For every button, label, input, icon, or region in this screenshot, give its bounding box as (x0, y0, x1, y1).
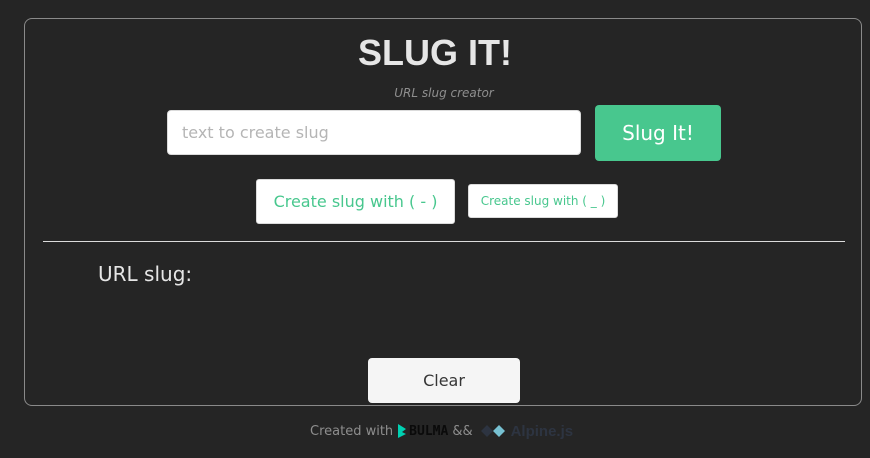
page-subtitle: URL slug creator (394, 86, 494, 100)
dash-slug-button[interactable]: Create slug with ( - ) (256, 179, 455, 224)
bulma-logo[interactable]: BULMA (397, 424, 448, 439)
alpine-logo-text: Alpine.js (510, 422, 574, 440)
slug-text-input[interactable] (167, 110, 581, 155)
bulma-logo-icon (398, 424, 407, 438)
page-title: SLUG IT! (358, 32, 512, 73)
footer-prefix: Created with (310, 423, 394, 439)
footer: Created with BULMA && Alpine.js (310, 418, 573, 444)
section-divider (43, 241, 845, 242)
bulma-logo-text: BULMA (409, 423, 449, 439)
alpine-logo-icon (480, 425, 505, 437)
clear-button[interactable]: Clear (368, 358, 520, 403)
url-slug-label: URL slug: (98, 262, 193, 286)
footer-separator: && (452, 423, 473, 439)
slug-it-button[interactable]: Slug It! (595, 105, 721, 161)
underscore-slug-button[interactable]: Create slug with ( _ ) (468, 184, 618, 218)
alpine-logo[interactable]: Alpine.js (480, 422, 574, 440)
